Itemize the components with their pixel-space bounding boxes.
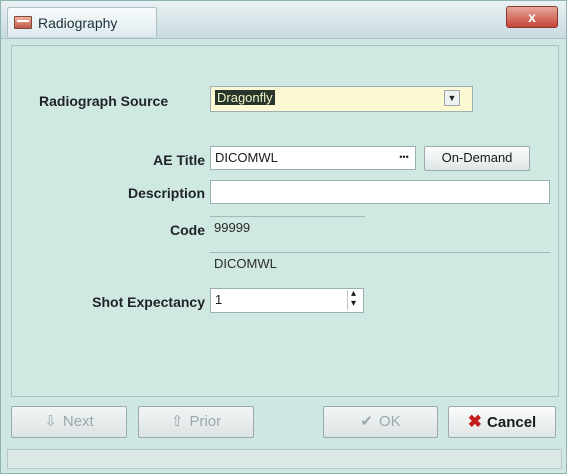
shot-expectancy-stepper[interactable]: 1: [210, 288, 364, 313]
prior-label: Prior: [189, 413, 222, 430]
ae-title-field[interactable]: DICOMWL: [210, 146, 416, 170]
cancel-label: Cancel: [487, 414, 537, 431]
browse-button[interactable]: •••: [394, 148, 414, 168]
app-icon: [14, 16, 32, 29]
title-bar[interactable]: Radiography x: [1, 1, 566, 39]
code-secondary-field: DICOMWL: [210, 252, 550, 276]
radiography-dialog: Radiography x Radiograph Source Dragonfl…: [0, 0, 567, 474]
spin-down-icon[interactable]: ▾: [351, 298, 356, 309]
close-button[interactable]: x: [506, 6, 558, 28]
ae-title-label: AE Title: [153, 152, 205, 168]
prior-button[interactable]: ⇧ Prior: [138, 406, 254, 438]
radiograph-source-value: Dragonfly: [215, 90, 275, 105]
title-tab: Radiography: [7, 7, 157, 37]
shot-expectancy-value: 1: [215, 292, 223, 307]
radiograph-source-label: Radiograph Source: [39, 93, 169, 109]
code-secondary-value: DICOMWL: [214, 256, 277, 271]
ok-icon: ✔: [360, 413, 373, 430]
cancel-icon: ✖: [467, 412, 483, 431]
ok-button[interactable]: ✔ OK: [323, 406, 438, 438]
ok-label: OK: [378, 413, 401, 430]
stepper-control[interactable]: ▴ ▾: [347, 288, 361, 310]
on-demand-button[interactable]: On-Demand: [424, 146, 530, 171]
close-icon: x: [528, 9, 536, 25]
form-panel: Radiograph Source Dragonfly ▼ AE Title D…: [11, 45, 559, 397]
code-value: 99999: [214, 220, 251, 235]
next-button[interactable]: ⇩ Next: [11, 406, 127, 438]
prior-icon: ⇧: [170, 413, 184, 430]
next-icon: ⇩: [44, 413, 57, 430]
description-field[interactable]: [210, 180, 550, 204]
code-field: 99999: [210, 216, 365, 240]
radiograph-source-select[interactable]: Dragonfly: [210, 86, 473, 112]
window-title: Radiography: [38, 15, 118, 31]
next-label: Next: [62, 413, 94, 430]
status-bar: [7, 449, 562, 469]
shot-expectancy-label: Shot Expectancy: [92, 294, 205, 310]
description-label: Description: [127, 185, 205, 201]
ae-title-value: DICOMWL: [215, 150, 278, 165]
chevron-down-icon[interactable]: ▼: [444, 90, 460, 106]
code-label: Code: [170, 222, 205, 238]
cancel-button[interactable]: ✖ Cancel: [448, 406, 556, 438]
